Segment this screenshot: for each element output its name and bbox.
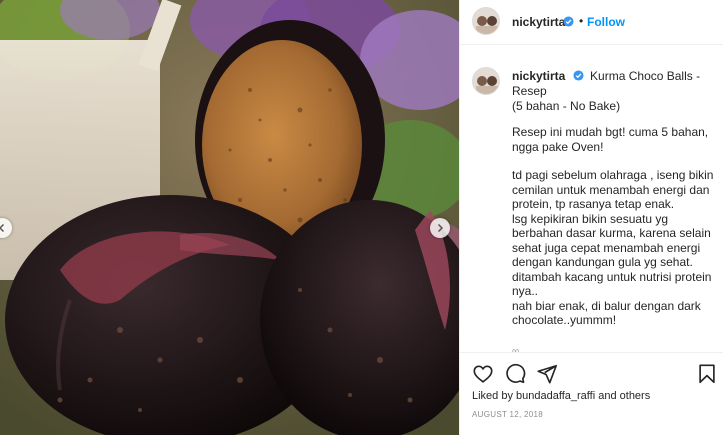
caption-title-line2: Resep: [512, 84, 547, 98]
caption-paragraph: nah biar enak, di balur dengan dark choc…: [512, 298, 701, 328]
header-username[interactable]: nickytirta: [512, 15, 565, 29]
caption-paragraph: Resep ini mudah bgt! cuma 5 bahan, ngga …: [512, 125, 709, 154]
post-date[interactable]: AUGUST 12, 2018: [472, 410, 543, 419]
caption-title: nickytirta Kurma Choco Balls - Resep (5 …: [512, 69, 712, 114]
chevron-right-icon: [437, 223, 444, 233]
caption-paragraph: td pagi sebelum olahraga , iseng bikin c…: [512, 168, 714, 211]
caption-title-line1: Kurma Choco Balls -: [590, 69, 701, 83]
comment-icon[interactable]: [504, 363, 526, 385]
caption-title-line3: (5 bahan - No Bake): [512, 99, 621, 113]
avatar[interactable]: [472, 7, 500, 35]
verified-badge-icon: [573, 70, 584, 81]
caption-area: nickytirta Kurma Choco Balls - Resep (5 …: [460, 55, 723, 352]
post-header: nickytirta • Follow: [460, 0, 723, 45]
liked-by-text: Liked by bundadaffa_raffi and others: [472, 390, 650, 402]
verified-badge-icon: [563, 16, 574, 27]
heart-icon[interactable]: [472, 363, 494, 385]
caption-username[interactable]: nickytirta: [512, 69, 565, 83]
post-side-panel: nickytirta • Follow nickytirta Kurma Cho…: [459, 0, 723, 435]
caption-paragraph: lsg kepikiran bikin sesuatu yg berbahan …: [512, 211, 711, 270]
caption-avatar[interactable]: [472, 67, 500, 95]
separator-dot: •: [579, 14, 584, 28]
avatar-image: [473, 8, 499, 34]
liked-by-user[interactable]: bundadaffa_raffi: [516, 390, 595, 402]
share-icon[interactable]: [536, 363, 558, 385]
follow-button[interactable]: Follow: [587, 15, 625, 29]
post-photo-art: [0, 0, 459, 435]
caption-paragraph: ditambah kacang untuk nutrisi protein ny…: [512, 269, 712, 299]
post-actions: Liked by bundadaffa_raffi and others AUG…: [460, 352, 723, 435]
bookmark-icon[interactable]: [696, 363, 718, 385]
chevron-left-icon: [0, 223, 5, 233]
liked-by-suffix[interactable]: and others: [598, 390, 650, 402]
caption-body: Resep ini mudah bgt! cuma 5 bahan, ngga …: [512, 125, 717, 328]
liked-by-prefix: Liked by: [472, 390, 513, 402]
post-image[interactable]: [0, 0, 459, 435]
avatar-image: [473, 68, 499, 94]
next-image-button[interactable]: [430, 218, 450, 238]
